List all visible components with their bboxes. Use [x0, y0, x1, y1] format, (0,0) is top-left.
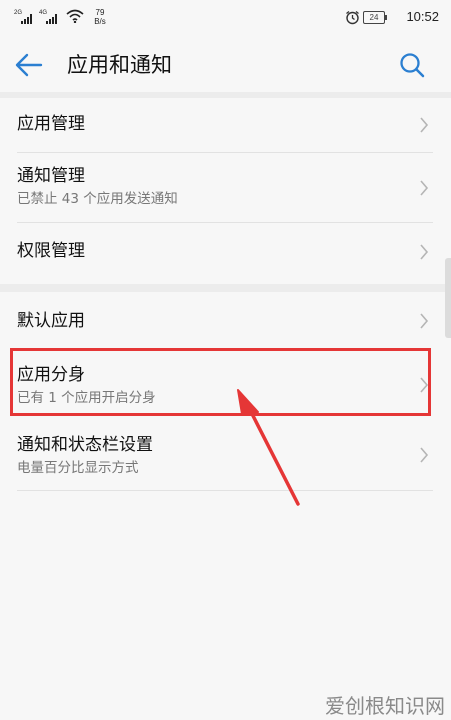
list-item-title: 权限管理 [17, 241, 85, 261]
wifi-icon [66, 9, 84, 23]
network-speed-value: 79 [95, 8, 105, 17]
chevron-right-icon [420, 117, 429, 133]
list-item-permission-management[interactable]: 权限管理 [0, 223, 451, 281]
list-item-title: 通知管理 [17, 166, 85, 186]
list-item-title: 通知和状态栏设置 [17, 435, 153, 455]
settings-group-1: 应用管理 通知管理 已禁止 43 个应用发送通知 权限管理 [0, 98, 451, 284]
network-speed-unit: B/s [94, 17, 106, 26]
page-title: 应用和通知 [67, 53, 172, 77]
app-header: 应用和通知 [0, 36, 451, 94]
status-bar: 2G 4G 79 B/s 24 10:52 [0, 0, 451, 36]
list-item-subtitle: 已禁止 43 个应用发送通知 [17, 191, 178, 207]
back-arrow-icon[interactable] [14, 52, 44, 78]
watermark: 爱创根知识网 [325, 694, 445, 718]
list-item-notification-management[interactable]: 通知管理 已禁止 43 个应用发送通知 [0, 153, 451, 223]
list-item-notification-statusbar-settings[interactable]: 通知和状态栏设置 电量百分比显示方式 [0, 420, 451, 492]
chevron-right-icon [420, 447, 429, 463]
group-divider [0, 284, 451, 292]
search-icon[interactable] [399, 52, 425, 78]
edge-handle[interactable] [445, 258, 451, 338]
highlight-box [10, 348, 431, 416]
list-item-title: 默认应用 [17, 311, 85, 331]
list-item-app-management[interactable]: 应用管理 [0, 98, 451, 153]
row-divider [17, 490, 433, 491]
chevron-right-icon [420, 180, 429, 196]
chevron-right-icon [420, 244, 429, 260]
list-item-default-apps[interactable]: 默认应用 [0, 292, 451, 348]
list-item-subtitle: 电量百分比显示方式 [17, 460, 139, 476]
network-speed: 79 B/s [91, 8, 109, 26]
list-item-title: 应用管理 [17, 114, 85, 134]
battery-indicator: 24 [363, 11, 387, 24]
chevron-right-icon [420, 313, 429, 329]
alarm-icon [346, 10, 359, 25]
status-time: 10:52 [406, 9, 439, 24]
